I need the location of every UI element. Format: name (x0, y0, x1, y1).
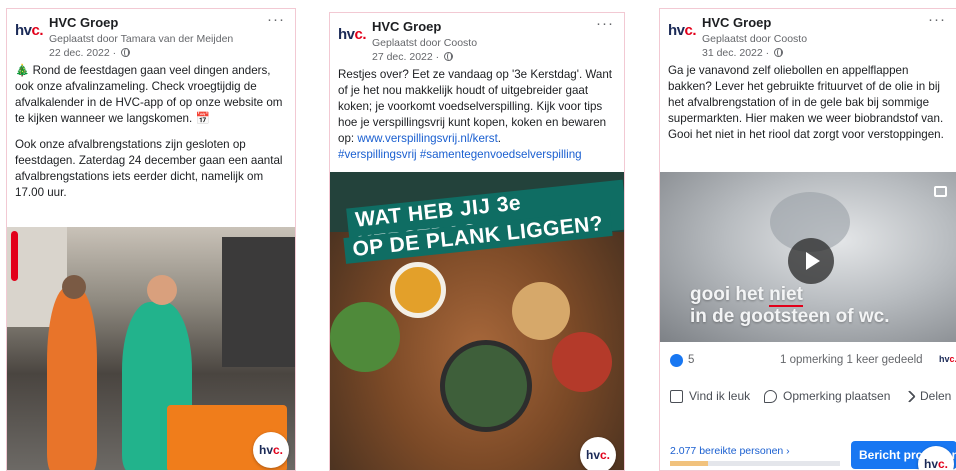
worker-right-head (147, 275, 177, 305)
tomato-plate (552, 332, 612, 392)
post-paragraph: Ook onze afvalbrengstations zijn geslote… (15, 138, 283, 199)
post-image-workers[interactable]: hv c. (7, 227, 295, 470)
salad-bowl (330, 302, 400, 372)
fullscreen-icon[interactable] (934, 186, 947, 197)
page-logo[interactable]: hvc. (338, 26, 367, 43)
posted-by: Geplaatst door Coosto (372, 37, 478, 49)
post-image-food[interactable]: WAT HEB JIJ 3e KERSTDAG OP DE PLANK LIGG… (330, 172, 624, 470)
page-name[interactable]: HVC Groep (702, 15, 771, 30)
post-header: hvc. HVC Groep Geplaatst door Tamara van… (7, 9, 295, 63)
post-date[interactable]: 22 dec. 2022 · (49, 47, 131, 59)
page-logo[interactable]: hvc. (15, 22, 44, 39)
worker-left-head (62, 275, 86, 299)
reach-link[interactable]: 2.077 bereikte personen › (670, 445, 790, 457)
share-button[interactable]: Delen (903, 389, 951, 403)
like-reaction-icon (670, 354, 683, 367)
page-logo[interactable]: hvc. (668, 22, 697, 39)
brand-badge: hv c. (580, 437, 616, 470)
thumbs-up-icon (670, 389, 683, 403)
brand-badge: hv c. (253, 432, 289, 468)
post-link[interactable]: www.verspillingsvrij.nl/kerst (357, 132, 497, 145)
post-card-1: hvc. HVC Groep Geplaatst door Tamara van… (6, 8, 296, 471)
brand-mini-logo: hvc. (938, 354, 956, 364)
globe-icon (444, 52, 454, 61)
engagement-stats: 5 1 opmerking 1 keer gedeeld hvc. (660, 351, 956, 371)
posted-by: Geplaatst door Coosto (702, 33, 808, 45)
post-card-2: hvc. HVC Groep Geplaatst door Coosto 27 … (329, 12, 625, 471)
play-icon[interactable] (788, 238, 834, 284)
post-header: hvc. HVC Groep Geplaatst door Coosto 27 … (330, 13, 624, 67)
toast-plate (512, 282, 570, 340)
post-date[interactable]: 27 dec. 2022 · (372, 51, 454, 63)
like-count[interactable]: 5 (688, 354, 694, 366)
like-button[interactable]: Vind ik leuk (670, 389, 750, 403)
page-name[interactable]: HVC Groep (372, 19, 441, 34)
post-text: 🎄 Rond de feestdagen gaan veel dingen an… (7, 63, 295, 201)
truck (222, 237, 295, 367)
comments-shares[interactable]: 1 opmerking 1 keer gedeeld (780, 354, 923, 366)
more-options-icon[interactable]: ··· (267, 11, 285, 28)
post-paragraph: 🎄 Rond de feestdagen gaan veel dingen an… (15, 64, 283, 125)
reach-progress-bar (670, 461, 840, 466)
posted-by: Geplaatst door Tamara van der Meijden (49, 33, 234, 45)
worker-left (47, 287, 97, 470)
pasta-bowl (440, 340, 532, 432)
post-text: Restjes over? Eet ze vandaag op '3e Kers… (330, 67, 624, 163)
post-hashtags[interactable]: #verspillingsvrij #samentegenvoedselvers… (338, 147, 616, 163)
video-caption: gooi het niet in de gootsteen of wc. (690, 284, 890, 327)
post-actions: Vind ik leuk Opmerking plaatsen Delen (660, 385, 956, 409)
post-header: hvc. HVC Groep Geplaatst door Coosto 31 … (660, 9, 956, 63)
post-card-3: hvc. HVC Groep Geplaatst door Coosto 31 … (659, 8, 956, 471)
red-marker-stroke (11, 231, 18, 281)
more-options-icon[interactable]: ··· (928, 11, 946, 28)
comment-icon (764, 389, 777, 403)
globe-icon (121, 48, 131, 57)
soup-bowl (390, 262, 446, 318)
video-caption-underlined: niet (769, 284, 803, 307)
post-date[interactable]: 31 dec. 2022 · (702, 47, 784, 59)
page-name[interactable]: HVC Groep (49, 15, 118, 30)
comment-button[interactable]: Opmerking plaatsen (764, 389, 890, 403)
share-icon (903, 389, 916, 403)
more-options-icon[interactable]: ··· (596, 15, 614, 32)
post-text: Ga je vanavond zelf oliebollen en appelf… (668, 64, 944, 141)
post-video[interactable]: gooi het niet in de gootsteen of wc. (660, 172, 956, 342)
globe-icon (774, 48, 784, 57)
